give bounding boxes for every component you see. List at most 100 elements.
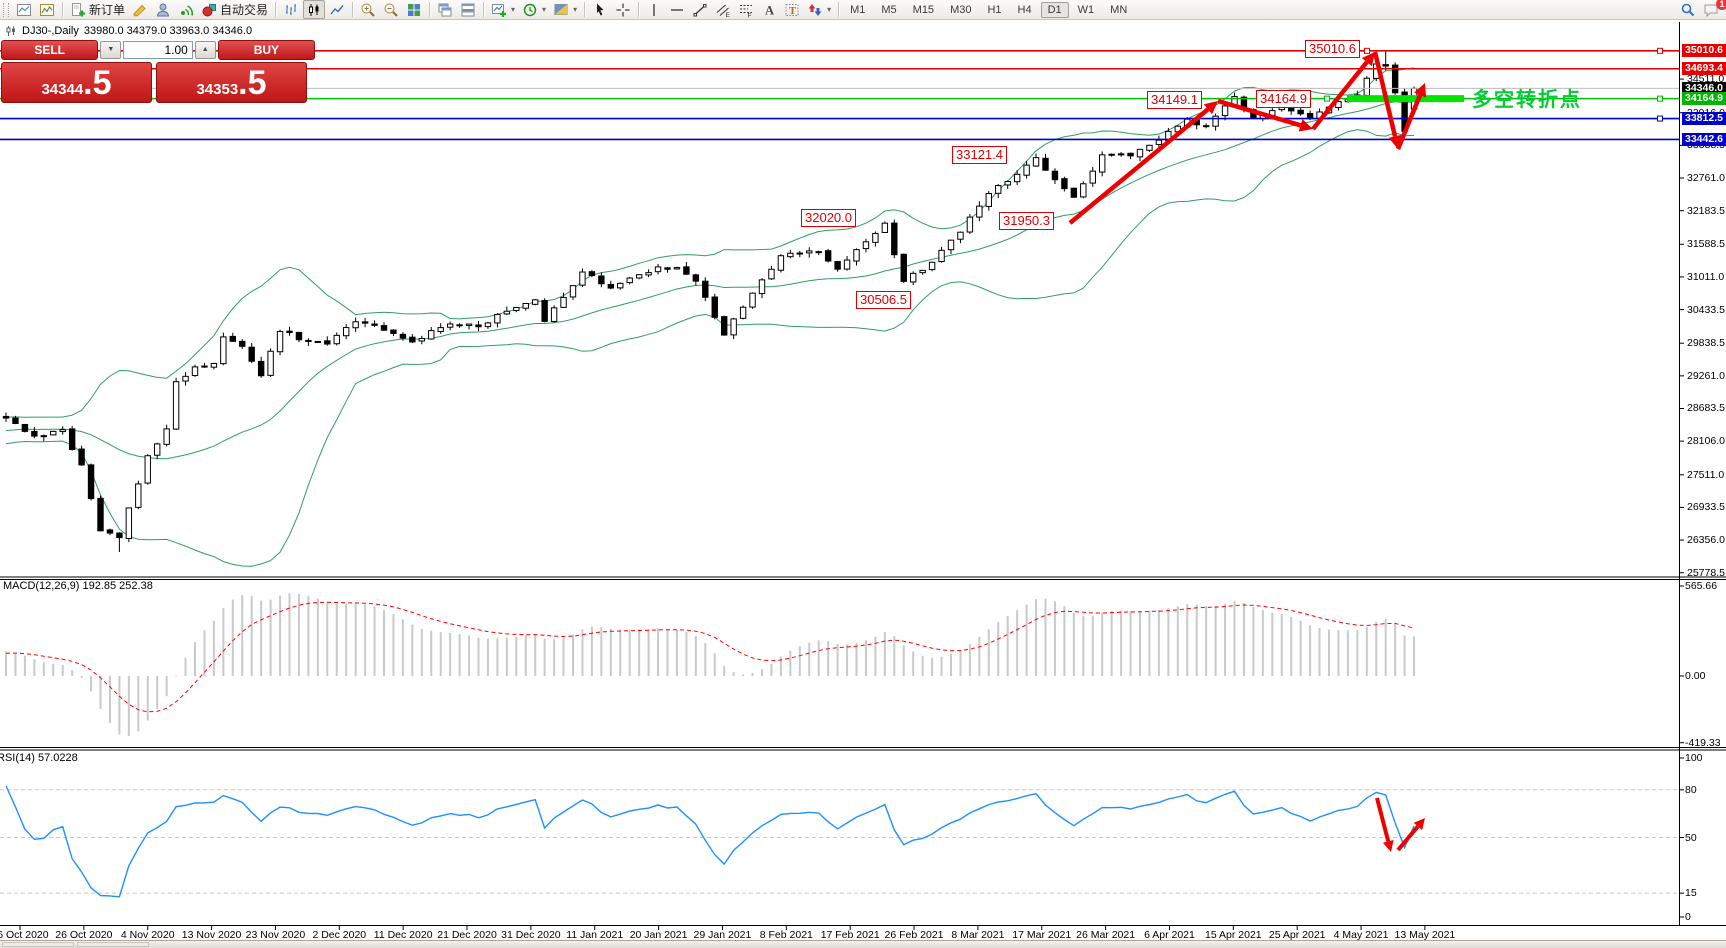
zoom-in-button[interactable] (357, 1, 379, 18)
chart-canvas[interactable] (0, 0, 1726, 948)
dropdown-caret: ▾ (511, 5, 516, 14)
clock-icon (523, 3, 537, 16)
new-order-label: 新订单 (89, 3, 126, 17)
price-axis-tick: 32183.5 (1687, 204, 1725, 217)
price-axis-tick: 31588.5 (1687, 238, 1725, 251)
price-axis-tick: 32761.0 (1687, 171, 1725, 184)
timeframe-button-H4[interactable]: H4 (1011, 2, 1039, 18)
templates-button[interactable]: ▾ (550, 1, 580, 18)
text-label-tool-button[interactable]: T (781, 1, 803, 18)
toolbar-separator (638, 2, 640, 17)
chart-ohlc: 33980.0 34379.0 33963.0 34346.0 (83, 25, 253, 37)
volume-input[interactable]: 1.00 (123, 41, 193, 59)
new-order-button[interactable]: 新订单 (67, 1, 128, 18)
price-annotation[interactable]: 33121.4 (952, 146, 1007, 164)
candlestick-mode-button[interactable] (303, 0, 326, 19)
price-annotation[interactable]: 35010.6 (1305, 40, 1360, 58)
chat-button[interactable]: 1 (1700, 0, 1726, 18)
timeframe-button-D1[interactable]: D1 (1040, 1, 1069, 18)
timeframe-button-M15[interactable]: M15 (906, 2, 941, 18)
new-order-icon (72, 2, 85, 16)
volume-decrease-button[interactable]: ▼ (100, 41, 122, 59)
cursor-icon (597, 3, 604, 15)
sell-button[interactable]: SELL (1, 40, 99, 60)
chart-title: DJ30-,Daily 33980.0 34379.0 33963.0 3434… (5, 25, 252, 37)
price-annotation[interactable]: 32020.0 (801, 209, 856, 227)
cascade-windows-button[interactable] (434, 1, 456, 18)
text-tool-button[interactable]: A (758, 1, 780, 18)
rsi-axis-tick: 0 (1685, 911, 1691, 923)
crosshair-tool-button[interactable] (612, 1, 634, 18)
line-chart-mode-button[interactable] (326, 1, 348, 18)
buy-price-panel[interactable]: 34353 .5 (156, 62, 307, 103)
equidistant-channel-icon: E (716, 4, 731, 18)
vertical-line-tool-button[interactable] (643, 1, 665, 18)
price-annotation[interactable]: 34149.1 (1147, 91, 1202, 109)
buy-price-dec: .5 (238, 64, 267, 102)
zoom-out-button[interactable] (380, 1, 402, 18)
template-icon (554, 3, 568, 15)
price-annotation[interactable]: 31950.3 (999, 212, 1054, 230)
macd-label: MACD(12,26,9) 192.85 252.38 (3, 580, 153, 592)
sell-price-panel[interactable]: 34344 .5 (1, 62, 152, 103)
bar-chart-mode-button[interactable] (280, 1, 302, 18)
zoom-in-icon (361, 3, 375, 17)
rsi-axis-tick: 80 (1685, 783, 1697, 796)
timeframe-button-MN[interactable]: MN (1103, 2, 1134, 18)
status-segment[interactable] (77, 942, 149, 947)
search-button[interactable] (1677, 1, 1699, 18)
autotrade-button[interactable]: 自动交易 (198, 1, 271, 18)
notification-badge: 1 (1716, 0, 1726, 10)
arrows-tool-button[interactable]: ▾ (804, 1, 834, 18)
vertical-line-icon (653, 3, 655, 16)
rsi-axis-tick: 15 (1685, 887, 1697, 900)
add-indicator-button[interactable]: ▾ (488, 1, 518, 18)
macd-axis-tick: 0.00 (1685, 670, 1706, 682)
dropdown-caret: ▾ (542, 5, 547, 14)
periods-button[interactable]: ▾ (519, 1, 549, 18)
timeframe-button-M30[interactable]: M30 (943, 2, 978, 18)
price-line-label: 34693.4 (1682, 62, 1726, 76)
timeframe-button-M5[interactable]: M5 (874, 2, 903, 18)
timeframe-button-M1[interactable]: M1 (843, 2, 872, 18)
buy-button[interactable]: BUY (217, 40, 316, 60)
price-annotation[interactable]: 30506.5 (856, 291, 911, 309)
tile-windows-button[interactable] (403, 1, 425, 18)
tile-horizontally-button[interactable] (457, 1, 479, 18)
channel-tool-button[interactable]: E (712, 1, 734, 18)
autotrade-icon (202, 3, 217, 16)
horizontal-line-tool-button[interactable] (666, 1, 688, 18)
signals-button[interactable] (175, 1, 197, 18)
price-annotation[interactable]: 34164.9 (1256, 90, 1311, 108)
line-chart-icon (330, 4, 344, 14)
bar-chart-icon (286, 3, 297, 15)
fibonacci-icon: F (740, 4, 753, 18)
toolbar-grip[interactable] (3, 2, 9, 17)
price-axis-tick: 28683.5 (1687, 402, 1725, 415)
timeframe-button-W1[interactable]: W1 (1071, 2, 1102, 18)
toolbar-separator (275, 2, 277, 17)
buy-price-int: 34353 (196, 81, 239, 98)
tick-chart-button[interactable] (36, 1, 58, 18)
price-axis-tick: 30433.5 (1687, 303, 1725, 316)
price-axis-tick: 28106.0 (1687, 435, 1725, 448)
arrows-icon (808, 3, 822, 16)
marker-button[interactable] (129, 1, 151, 18)
price-axis-tick: 27511.0 (1687, 468, 1725, 481)
tick-chart-icon (40, 3, 54, 16)
fibonacci-tool-button[interactable]: F (735, 1, 757, 18)
cursor-tool-button[interactable] (589, 1, 611, 18)
expert-advisors-button[interactable] (152, 1, 174, 18)
main-toolbar: 新订单 自动交易 ▾ ▾ ▾ E F A T ▾ M1 M5 M15 M30 H1 H4 D… (0, 0, 1726, 20)
price-line-label: 34164.9 (1682, 92, 1726, 106)
volume-increase-button[interactable]: ▲ (194, 41, 216, 59)
sell-price-dec: .5 (83, 64, 112, 102)
turning-point-note[interactable]: 多空转折点 (1472, 83, 1582, 112)
trendline-tool-button[interactable] (689, 1, 711, 18)
rsi-axis-tick: 50 (1685, 831, 1697, 844)
timeframe-button-H1[interactable]: H1 (980, 2, 1008, 18)
status-segment[interactable] (2, 942, 74, 947)
horizontal-line-icon (671, 8, 684, 11)
chart-window-button[interactable] (13, 1, 35, 18)
text-label-icon: T (785, 3, 799, 17)
